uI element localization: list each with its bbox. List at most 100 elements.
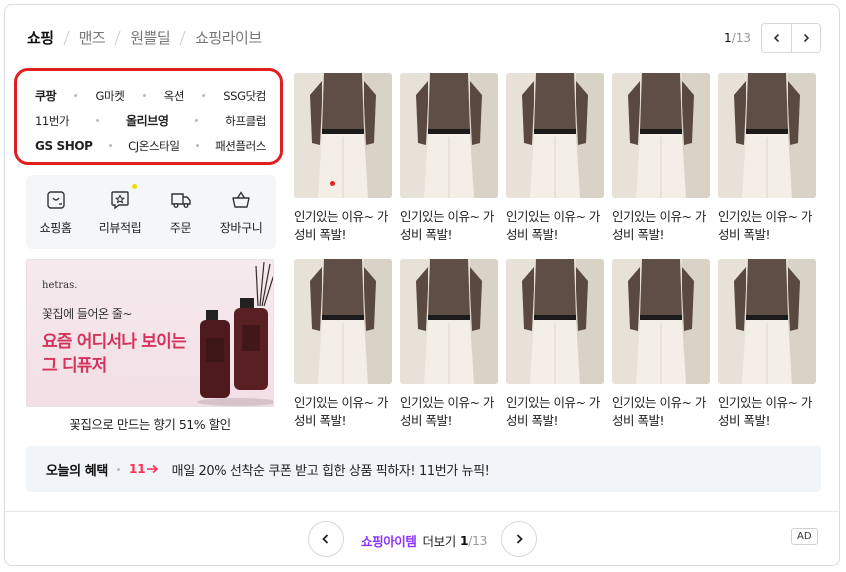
product-photo bbox=[612, 259, 710, 384]
review-star-icon bbox=[111, 191, 129, 210]
next-page-button[interactable] bbox=[791, 24, 820, 52]
product-card[interactable]: 인기있는 이유~ 가성비 폭발! bbox=[718, 259, 816, 430]
chevron-right-icon bbox=[803, 33, 810, 43]
mall-link-gsshop[interactable]: GS SHOP bbox=[35, 139, 93, 153]
shortcut-cart[interactable]: 장바구니 bbox=[220, 188, 263, 236]
product-thumbnail bbox=[400, 259, 498, 384]
footer-divider bbox=[5, 511, 839, 512]
arrow-icon bbox=[146, 464, 158, 474]
product-card[interactable]: 인기있는 이유~ 가성비 폭발! bbox=[506, 73, 604, 244]
shortcut-label: 장바구니 bbox=[219, 221, 263, 235]
footer-next-button[interactable] bbox=[501, 521, 537, 557]
mall-row: 쿠팡 G마켓 옥션 SSG닷컴 bbox=[35, 83, 266, 108]
more-current-page: 1 bbox=[459, 533, 469, 548]
tab-shopping-live[interactable]: 쇼핑라이브 bbox=[195, 27, 262, 48]
product-photo bbox=[506, 259, 604, 384]
page-total: /13 bbox=[731, 31, 751, 45]
shortcut-label: 리뷰적립 bbox=[98, 221, 142, 235]
mall-link-coupang[interactable]: 쿠팡 bbox=[35, 87, 57, 104]
footer-prev-button[interactable] bbox=[308, 521, 344, 557]
product-thumbnail bbox=[294, 259, 392, 384]
product-photo bbox=[400, 259, 498, 384]
shortcut-orders[interactable]: 주문 bbox=[169, 188, 193, 236]
mall-link-gmarket[interactable]: G마켓 bbox=[96, 88, 125, 104]
product-title: 인기있는 이유~ 가성비 폭발! bbox=[400, 395, 494, 428]
tab-shopping[interactable]: 쇼핑 bbox=[27, 27, 54, 48]
mall-row: 11번가 올리브영 하프클럽 bbox=[35, 108, 266, 133]
ad-caption[interactable]: 꽃집으로 만드는 향기 51% 할인 bbox=[26, 414, 274, 433]
product-title: 인기있는 이유~ 가성비 폭발! bbox=[718, 395, 812, 428]
ad-banner[interactable]: hetras. 꽃집에 들어온 줄~ 요즘 어디서나 보이는 그 디퓨저 bbox=[26, 259, 274, 407]
shortcut-label: 주문 bbox=[169, 221, 192, 235]
basket-icon bbox=[232, 191, 250, 208]
product-title: 인기있는 이유~ 가성비 폭발! bbox=[612, 209, 706, 242]
product-title: 인기있는 이유~ 가성비 폭발! bbox=[294, 395, 388, 428]
delivery-truck-icon bbox=[170, 193, 191, 208]
chevron-right-icon bbox=[516, 534, 523, 544]
mall-link-cjonstyle[interactable]: CJ온스타일 bbox=[128, 138, 180, 154]
product-photo bbox=[400, 73, 498, 198]
page-current: 1 bbox=[724, 31, 732, 45]
mall-link-11st[interactable]: 11번가 bbox=[35, 113, 70, 129]
ad-badge[interactable]: AD bbox=[791, 528, 818, 545]
separator-dot bbox=[195, 119, 199, 122]
shopping-panel: 쇼핑 맨즈 원쁠딜 쇼핑라이브 1/13 쿠팡 G마켓 옥션 SSG닷컴 11번… bbox=[4, 4, 840, 566]
product-card[interactable]: 인기있는 이유~ 가성비 폭발! bbox=[400, 73, 498, 244]
chevron-left-icon bbox=[322, 534, 329, 544]
product-card[interactable]: 인기있는 이유~ 가성비 폭발! bbox=[294, 73, 392, 244]
separator-dot bbox=[202, 94, 206, 97]
product-title: 인기있는 이유~ 가성비 폭발! bbox=[612, 395, 706, 428]
product-card[interactable]: 인기있는 이유~ 가성비 폭발! bbox=[612, 259, 710, 430]
product-photo bbox=[718, 73, 816, 198]
shopping-shortcuts: 쇼핑홈 리뷰적립 주문 장바구니 bbox=[26, 175, 276, 249]
chevron-left-icon bbox=[773, 33, 779, 43]
product-card[interactable]: 인기있는 이유~ 가성비 폭발! bbox=[612, 73, 710, 244]
todays-benefit-bar[interactable]: 오늘의 혜택 11 매일 20% 선착순 쿠폰 받고 힙한 상품 픽하자! 11… bbox=[26, 446, 821, 492]
product-card[interactable]: 인기있는 이유~ 가성비 폭발! bbox=[718, 73, 816, 244]
tab-mens[interactable]: 맨즈 bbox=[79, 27, 106, 48]
shortcut-label: 쇼핑홈 bbox=[39, 221, 72, 235]
more-label: 더보기 bbox=[422, 534, 457, 549]
category-tabs: 쇼핑 맨즈 원쁠딜 쇼핑라이브 bbox=[27, 27, 262, 48]
tab-one-plus-deal[interactable]: 원쁠딜 bbox=[130, 27, 170, 48]
product-thumbnail bbox=[506, 73, 604, 198]
page-pager: 1/13 bbox=[724, 23, 821, 53]
product-title: 인기있는 이유~ 가성비 폭발! bbox=[506, 209, 600, 242]
shortcut-shopping-home[interactable]: 쇼핑홈 bbox=[40, 188, 72, 236]
product-card[interactable]: 인기있는 이유~ 가성비 폭발! bbox=[506, 259, 604, 430]
ad-brand-logo: hetras. bbox=[42, 280, 78, 291]
mall-link-fashionplus[interactable]: 패션플러스 bbox=[215, 138, 266, 154]
separator-dot bbox=[96, 119, 100, 122]
shortcut-review-points[interactable]: 리뷰적립 bbox=[98, 184, 142, 236]
benefit-text: 매일 20% 선착순 쿠폰 받고 힙한 상품 픽하자! 11번가 뉴픽! bbox=[171, 463, 490, 479]
red-indicator-dot bbox=[330, 181, 335, 186]
benefit-label: 오늘의 혜택 bbox=[46, 463, 108, 479]
eleven-street-logo: 11 bbox=[129, 462, 160, 476]
tab-divider bbox=[179, 30, 186, 45]
product-thumbnail bbox=[612, 259, 710, 384]
product-thumbnail bbox=[294, 73, 392, 198]
more-category: 쇼핑아이템 bbox=[361, 534, 417, 549]
mall-link-oliveyoung[interactable]: 올리브영 bbox=[126, 112, 169, 129]
product-photo bbox=[718, 259, 816, 384]
mall-link-halfclub[interactable]: 하프클럽 bbox=[225, 113, 266, 129]
product-card[interactable]: 인기있는 이유~ 가성비 폭발! bbox=[400, 259, 498, 430]
product-thumbnail bbox=[612, 73, 710, 198]
diffuser-bottles-image bbox=[197, 261, 273, 406]
ad-subtitle: 꽃집에 들어온 줄~ bbox=[42, 307, 132, 321]
separator-dot bbox=[195, 144, 199, 147]
mall-row: GS SHOP CJ온스타일 패션플러스 bbox=[35, 133, 266, 158]
new-badge-dot bbox=[132, 184, 138, 189]
eleven-street-logo-text: 11 bbox=[128, 462, 146, 476]
ad-title: 요즘 어디서나 보이는 그 디퓨저 bbox=[42, 332, 187, 376]
separator-dot bbox=[74, 94, 78, 97]
product-thumbnail bbox=[718, 73, 816, 198]
pager-buttons bbox=[761, 23, 821, 53]
product-photo bbox=[506, 73, 604, 198]
more-link[interactable]: 쇼핑아이템 더보기 1 /13 bbox=[361, 531, 487, 550]
prev-page-button[interactable] bbox=[762, 24, 791, 52]
separator-dot bbox=[116, 467, 120, 471]
mall-link-ssg[interactable]: SSG닷컴 bbox=[223, 88, 266, 104]
mall-link-auction[interactable]: 옥션 bbox=[164, 88, 185, 104]
product-card[interactable]: 인기있는 이유~ 가성비 폭발! bbox=[294, 259, 392, 430]
